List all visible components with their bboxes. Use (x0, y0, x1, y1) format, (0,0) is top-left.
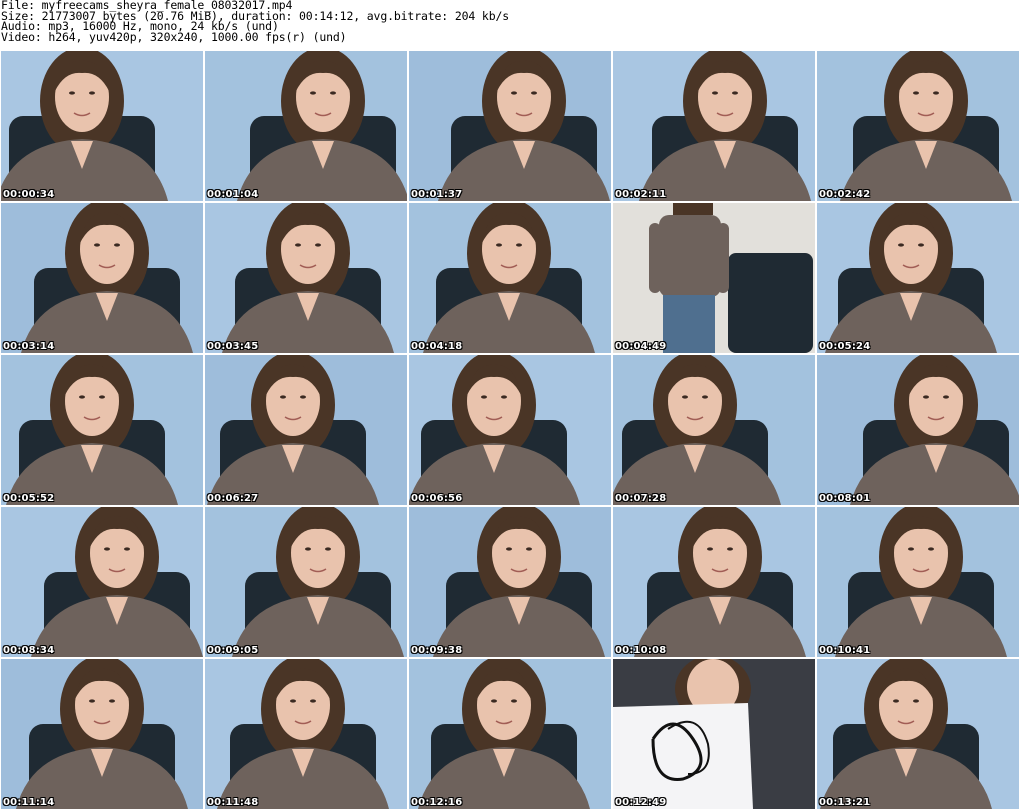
frame-image (205, 51, 407, 201)
video-thumbnail: 00:12:16 (409, 659, 611, 809)
video-thumbnail: 00:09:38 (409, 507, 611, 657)
thumbnail-grid: 00:00:34 00:01:04 00:01:37 00:02:11 00:0… (1, 51, 1019, 809)
thumbnail-timestamp: 00:04:18 (411, 341, 463, 352)
frame-image (409, 659, 611, 809)
thumbnail-timestamp: 00:05:52 (3, 493, 55, 504)
frame-image (613, 51, 815, 201)
thumbnail-timestamp: 00:11:48 (207, 797, 259, 808)
frame-image (409, 507, 611, 657)
thumbnail-timestamp: 00:08:01 (819, 493, 871, 504)
thumbnail-timestamp: 00:02:42 (819, 189, 871, 200)
frame-image (205, 203, 407, 353)
frame-image (1, 507, 203, 657)
video-thumbnail: 00:05:52 (1, 355, 203, 505)
frame-image (1, 659, 203, 809)
frame-image (613, 507, 815, 657)
video-thumbnail: 00:03:45 (205, 203, 407, 353)
thumbnail-timestamp: 00:08:34 (3, 645, 55, 656)
video-thumbnail: 00:08:01 (817, 355, 1019, 505)
thumbnail-timestamp: 00:04:49 (615, 341, 667, 352)
video-thumbnail: 00:10:08 (613, 507, 815, 657)
video-thumbnail: 00:04:18 (409, 203, 611, 353)
video-thumbnail: 00:11:48 (205, 659, 407, 809)
frame-image (817, 203, 1019, 353)
thumbnail-timestamp: 00:11:14 (3, 797, 55, 808)
video-thumbnail: 00:08:34 (1, 507, 203, 657)
thumbnail-timestamp: 00:02:11 (615, 189, 667, 200)
frame-image (409, 355, 611, 505)
video-thumbnail: 00:05:24 (817, 203, 1019, 353)
video-thumbnail: 00:03:14 (1, 203, 203, 353)
file-info-header: File: myfreecams_sheyra_female_08032017.… (1, 0, 509, 42)
thumbnail-timestamp: 00:12:16 (411, 797, 463, 808)
frame-image (613, 203, 815, 353)
video-thumbnail: 00:12:49 (613, 659, 815, 809)
thumbnail-timestamp: 00:13:21 (819, 797, 871, 808)
video-thumbnail: 00:09:05 (205, 507, 407, 657)
thumbnail-timestamp: 00:09:38 (411, 645, 463, 656)
video-thumbnail: 00:10:41 (817, 507, 1019, 657)
frame-image (817, 507, 1019, 657)
video-thumbnail: 00:11:14 (1, 659, 203, 809)
frame-image (1, 355, 203, 505)
thumbnail-timestamp: 00:00:34 (3, 189, 55, 200)
video-thumbnail: 00:02:11 (613, 51, 815, 201)
video-thumbnail: 00:06:56 (409, 355, 611, 505)
frame-image (409, 51, 611, 201)
thumbnail-timestamp: 00:03:45 (207, 341, 259, 352)
frame-image (613, 659, 815, 809)
frame-image (817, 51, 1019, 201)
thumbnail-timestamp: 00:03:14 (3, 341, 55, 352)
video-thumbnail: 00:01:04 (205, 51, 407, 201)
video-thumbnail: 00:07:28 (613, 355, 815, 505)
thumbnail-timestamp: 00:10:08 (615, 645, 667, 656)
frame-image (613, 355, 815, 505)
frame-image (817, 355, 1019, 505)
frame-image (205, 507, 407, 657)
thumbnail-timestamp: 00:01:04 (207, 189, 259, 200)
video-thumbnail: 00:04:49 (613, 203, 815, 353)
thumbnail-timestamp: 00:01:37 (411, 189, 463, 200)
thumbnail-timestamp: 00:06:56 (411, 493, 463, 504)
thumbnail-timestamp: 00:07:28 (615, 493, 667, 504)
video-thumbnail: 00:01:37 (409, 51, 611, 201)
video-thumbnail: 00:06:27 (205, 355, 407, 505)
thumbnail-timestamp: 00:12:49 (615, 797, 667, 808)
video-info-line: Video: h264, yuv420p, 320x240, 1000.00 f… (1, 29, 347, 44)
frame-image (409, 203, 611, 353)
thumbnail-timestamp: 00:09:05 (207, 645, 259, 656)
video-thumbnail: 00:02:42 (817, 51, 1019, 201)
frame-image (1, 51, 203, 201)
video-thumbnail: 00:13:21 (817, 659, 1019, 809)
frame-image (1, 203, 203, 353)
video-thumbnail: 00:00:34 (1, 51, 203, 201)
frame-image (817, 659, 1019, 809)
thumbnail-timestamp: 00:05:24 (819, 341, 871, 352)
frame-image (205, 355, 407, 505)
thumbnail-timestamp: 00:10:41 (819, 645, 871, 656)
frame-image (205, 659, 407, 809)
thumbnail-timestamp: 00:06:27 (207, 493, 259, 504)
